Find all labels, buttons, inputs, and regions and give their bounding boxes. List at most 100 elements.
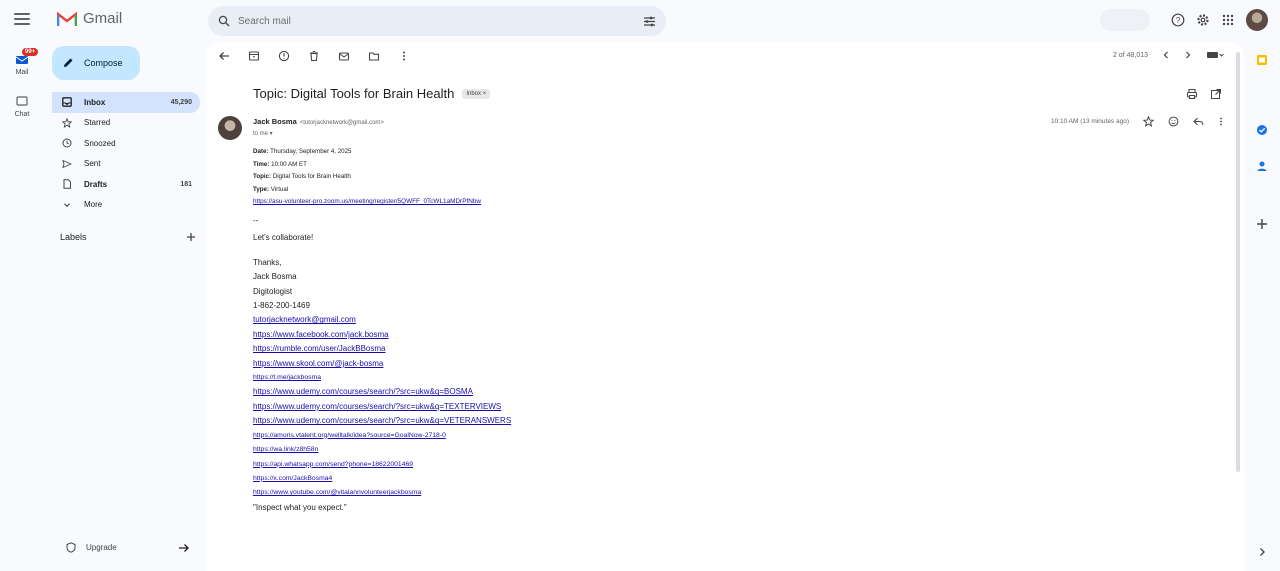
mail-badge: 99+ bbox=[22, 48, 39, 56]
message-time: 10:10 AM (13 minutes ago) bbox=[1050, 118, 1129, 125]
print-icon[interactable] bbox=[1186, 88, 1198, 100]
inbox-label-chip[interactable]: Inbox × bbox=[462, 88, 491, 99]
chevron-left-icon[interactable] bbox=[1162, 50, 1170, 60]
signature-link[interactable]: https://t.me/jackbosma bbox=[253, 371, 953, 385]
compose-button[interactable]: Compose bbox=[52, 46, 140, 80]
contacts-icon[interactable] bbox=[1256, 160, 1268, 172]
open-new-window-icon[interactable] bbox=[1210, 88, 1222, 100]
main-menu-icon[interactable] bbox=[14, 13, 30, 25]
sidebar-item-starred[interactable]: Starred bbox=[52, 113, 200, 134]
search-icon[interactable] bbox=[218, 15, 230, 27]
status-indicator[interactable] bbox=[1100, 9, 1150, 31]
gmail-app: 99+ Mail Chat Gmail Search mail ? Compos… bbox=[0, 0, 1280, 571]
signature-link[interactable]: https://amoris.vtalent.org/welltalk/idea… bbox=[253, 429, 953, 443]
signature-link[interactable]: https://x.com/JackBosma4 bbox=[253, 472, 953, 486]
sidebar-nav: Inbox 45,290 Starred Snoozed Sent Drafts… bbox=[52, 92, 200, 215]
back-arrow-icon[interactable] bbox=[218, 50, 230, 62]
sidebar-item-snoozed[interactable]: Snoozed bbox=[52, 133, 200, 154]
signature-title: Digitologist bbox=[253, 286, 293, 296]
keyboard-input-icon[interactable] bbox=[1206, 50, 1224, 60]
signature-link[interactable]: https://www.udemy.com/courses/search/?sr… bbox=[253, 414, 953, 428]
signature-link[interactable]: https://www.youtube.com/@vitalannvolunte… bbox=[253, 486, 953, 500]
app-name: Gmail bbox=[83, 10, 123, 27]
rail-mail[interactable]: 99+ Mail bbox=[0, 48, 44, 76]
collab-text: Let's collaborate! bbox=[253, 233, 314, 243]
pencil-icon bbox=[64, 58, 73, 67]
signature-link[interactable]: https://www.udemy.com/courses/search/?sr… bbox=[253, 385, 953, 399]
chevron-down-icon bbox=[62, 200, 72, 210]
shield-icon bbox=[66, 542, 76, 553]
trash-icon[interactable] bbox=[308, 50, 320, 62]
more-vert-icon[interactable] bbox=[398, 50, 410, 62]
sender-avatar[interactable] bbox=[218, 116, 242, 140]
signature-link[interactable]: https://www.facebook.com/jack.bosma bbox=[253, 328, 953, 342]
add-addon-icon[interactable] bbox=[1256, 218, 1268, 230]
scrollbar[interactable] bbox=[1236, 52, 1240, 472]
message-body: Date: Thursday, September 4, 2025 Time: … bbox=[253, 146, 953, 515]
pager-text: 2 of 48,013 bbox=[1112, 51, 1148, 59]
sidebar-item-count: 181 bbox=[180, 180, 192, 188]
signature-link[interactable]: https://www.skool.com/@jack-bosma bbox=[253, 357, 953, 371]
left-rail: 99+ Mail Chat bbox=[0, 0, 44, 571]
draft-icon bbox=[62, 179, 72, 189]
sender-line: Jack Bosma <tutorjacknetwork@gmail.com> bbox=[253, 117, 384, 126]
settings-gear-icon[interactable] bbox=[1196, 13, 1210, 27]
upgrade-button[interactable]: Upgrade bbox=[66, 542, 190, 553]
more-vert-icon[interactable] bbox=[1218, 116, 1224, 127]
sender-name[interactable]: Jack Bosma bbox=[253, 117, 297, 126]
help-icon[interactable]: ? bbox=[1171, 13, 1185, 27]
signature-link[interactable]: https://www.udemy.com/courses/search/?sr… bbox=[253, 400, 953, 414]
signature-link[interactable]: https://api.whatsapp.com/send?phone=1862… bbox=[253, 458, 953, 472]
tasks-icon[interactable] bbox=[1256, 124, 1268, 136]
star-icon bbox=[62, 117, 72, 128]
account-avatar[interactable] bbox=[1246, 9, 1268, 31]
add-label-icon[interactable] bbox=[186, 232, 196, 242]
reply-icon[interactable] bbox=[1193, 116, 1204, 127]
archive-icon[interactable] bbox=[248, 50, 260, 62]
sidebar-item-drafts[interactable]: Drafts 181 bbox=[52, 174, 200, 195]
chevron-right-icon[interactable] bbox=[1256, 546, 1268, 558]
message-subject: Topic: Digital Tools for Brain Health In… bbox=[253, 86, 491, 101]
signature: Thanks, Jack Bosma Digitologist 1-862-20… bbox=[253, 256, 953, 515]
upgrade-label: Upgrade bbox=[86, 543, 117, 552]
sidebar-item-label: More bbox=[84, 200, 103, 210]
sidebar-item-label: Snoozed bbox=[84, 138, 116, 148]
pager: 2 of 48,013 bbox=[1113, 50, 1224, 60]
signature-quote: "Inspect what you expect." bbox=[253, 502, 347, 512]
search-options-icon[interactable] bbox=[643, 16, 656, 27]
emoji-reaction-icon[interactable] bbox=[1168, 116, 1179, 127]
signature-name: Jack Bosma bbox=[253, 272, 297, 282]
rail-chat[interactable]: Chat bbox=[0, 96, 44, 118]
signature-phone: 1-862-200-1469 bbox=[253, 301, 310, 311]
subject-text: Topic: Digital Tools for Brain Health bbox=[253, 86, 455, 101]
chevron-right-icon[interactable] bbox=[1184, 50, 1192, 60]
report-spam-icon[interactable] bbox=[278, 50, 290, 62]
sidebar-item-more[interactable]: More bbox=[52, 195, 200, 216]
signature-link[interactable]: https://wa.link/z8h58n bbox=[253, 443, 953, 457]
sidebar-item-count: 45,290 bbox=[170, 98, 192, 106]
rail-mail-label: Mail bbox=[15, 69, 29, 76]
search-bar[interactable]: Search mail bbox=[208, 6, 666, 36]
sidebar-item-inbox[interactable]: Inbox 45,290 bbox=[52, 92, 200, 113]
recipient-dropdown[interactable]: to me ▾ bbox=[253, 130, 273, 137]
compose-label: Compose bbox=[84, 58, 123, 68]
right-rail bbox=[1244, 42, 1280, 571]
apps-grid-icon[interactable] bbox=[1221, 13, 1235, 27]
gmail-logo[interactable]: Gmail bbox=[57, 10, 122, 27]
signature-link[interactable]: https://rumble.com/user/JackBBosma bbox=[253, 342, 953, 356]
detail-date: Date: Thursday, September 4, 2025 bbox=[253, 148, 352, 155]
calendar-icon[interactable] bbox=[1256, 54, 1268, 66]
meeting-registration-link[interactable]: https://asu-volunteer-pro.zoom.us/meetin… bbox=[253, 196, 953, 208]
sidebar-item-sent[interactable]: Sent bbox=[52, 154, 200, 175]
search-input[interactable]: Search mail bbox=[238, 16, 643, 27]
signature-link[interactable]: tutorjacknetwork@gmail.com bbox=[253, 313, 953, 327]
move-to-folder-icon[interactable] bbox=[368, 50, 380, 62]
svg-text:?: ? bbox=[1176, 16, 1181, 25]
star-icon[interactable] bbox=[1143, 116, 1154, 127]
chat-icon bbox=[16, 96, 28, 106]
sidebar-item-label: Drafts bbox=[84, 179, 108, 189]
mark-unread-icon[interactable] bbox=[338, 50, 350, 62]
message-toolbar bbox=[218, 50, 410, 62]
detail-time: Time: 10:00 AM ET bbox=[253, 160, 307, 168]
detail-topic: Topic: Digital Tools for Brain Health bbox=[253, 173, 351, 180]
